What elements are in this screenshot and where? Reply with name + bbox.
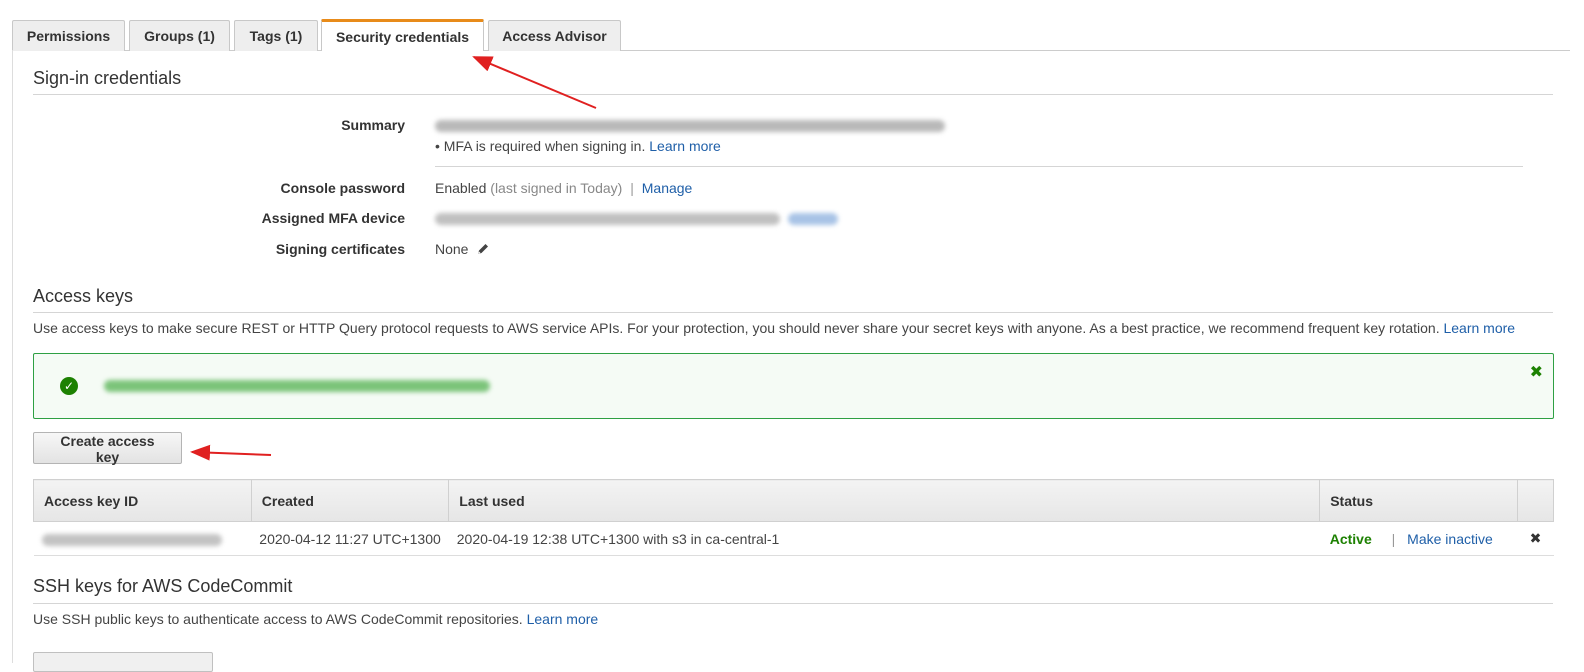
mfa-device-label: Assigned MFA device (261, 210, 405, 226)
create-access-key-button[interactable]: Create access key (33, 432, 182, 465)
signing-certificates-text: None (435, 241, 469, 257)
signin-divider (33, 94, 1553, 95)
redacted-access-key-id (41, 533, 222, 546)
console-password-label: Console password (280, 180, 405, 196)
column-header-access-key-id[interactable]: Access key ID (33, 479, 252, 522)
access-keys-description-text: Use access keys to make secure REST or H… (33, 320, 1440, 336)
annotation-arrow-button (190, 444, 272, 461)
delete-icon[interactable]: ✖ (1530, 530, 1542, 546)
mfa-device-redacted (435, 210, 838, 226)
redacted-alert-message (104, 380, 490, 392)
created-cell: 2020-04-12 11:27 UTC+1300 (251, 521, 449, 556)
upload-ssh-key-button[interactable] (33, 652, 213, 672)
success-alert: ✓ ✖ (33, 353, 1554, 419)
manage-password-link[interactable]: Manage (642, 180, 693, 196)
tab-security-credentials[interactable]: Security credentials (321, 19, 484, 51)
summary-redacted (435, 117, 945, 133)
tab-groups[interactable]: Groups (1) (129, 20, 230, 51)
signing-certificates-value: None (435, 241, 490, 257)
column-header-created[interactable]: Created (250, 479, 450, 522)
access-keys-table: Access key ID Created Last used Status 2… (33, 479, 1554, 556)
summary-divider (435, 166, 1523, 167)
table-row: 2020-04-12 11:27 UTC+1300 2020-04-19 12:… (33, 521, 1554, 556)
bullet: • (435, 138, 444, 154)
pencil-icon[interactable] (476, 242, 490, 256)
delete-cell: ✖ (1517, 521, 1554, 556)
column-header-last-used[interactable]: Last used (448, 479, 1321, 522)
tab-permissions[interactable]: Permissions (12, 20, 125, 51)
close-icon[interactable]: ✖ (1530, 362, 1543, 382)
last-used-cell: 2020-04-19 12:38 UTC+1300 with s3 in ca-… (448, 521, 1320, 556)
ssh-description-text: Use SSH public keys to authenticate acce… (33, 611, 523, 627)
status-cell: Active | Make inactive (1319, 521, 1518, 556)
status-badge: Active (1329, 530, 1372, 547)
make-inactive-link[interactable]: Make inactive (1407, 531, 1493, 547)
check-circle-icon: ✓ (60, 377, 78, 395)
mfa-note-text: MFA is required when signing in. (443, 138, 646, 154)
redacted-console-url (435, 120, 945, 133)
console-password-value: Enabled (last signed in Today) | Manage (435, 180, 692, 196)
access-keys-description: Use access keys to make secure REST or H… (33, 320, 1515, 336)
tab-bar: Permissions Groups (1) Tags (1) Security… (0, 0, 1584, 52)
summary-mfa-note: • MFA is required when signing in. Learn… (435, 138, 721, 154)
separator: | (1391, 530, 1396, 547)
tab-access-advisor[interactable]: Access Advisor (488, 20, 621, 51)
redacted-mfa-link[interactable] (788, 213, 838, 226)
ssh-divider (33, 603, 1553, 604)
ssh-description: Use SSH public keys to authenticate acce… (33, 611, 598, 627)
access-key-id-cell (33, 521, 252, 556)
console-password-meta: (last signed in Today) (490, 180, 623, 196)
access-keys-divider (33, 312, 1553, 313)
summary-label: Summary (341, 117, 405, 133)
access-keys-title: Access keys (33, 286, 134, 306)
column-header-status[interactable]: Status (1319, 479, 1519, 522)
column-header-actions (1517, 479, 1554, 522)
access-keys-learn-more-link[interactable]: Learn more (1443, 320, 1515, 336)
signin-credentials-title: Sign-in credentials (33, 68, 182, 88)
redacted-mfa-arn (435, 213, 780, 226)
separator: | (630, 180, 634, 196)
annotation-arrow-tab (472, 56, 597, 109)
signing-certificates-label: Signing certificates (275, 241, 405, 257)
tab-tags[interactable]: Tags (1) (234, 20, 318, 51)
panel-border (12, 50, 13, 663)
ssh-keys-title: SSH keys for AWS CodeCommit (33, 576, 293, 596)
console-password-status: Enabled (435, 180, 487, 196)
ssh-learn-more-link[interactable]: Learn more (527, 611, 599, 627)
mfa-learn-more-link[interactable]: Learn more (649, 138, 721, 154)
